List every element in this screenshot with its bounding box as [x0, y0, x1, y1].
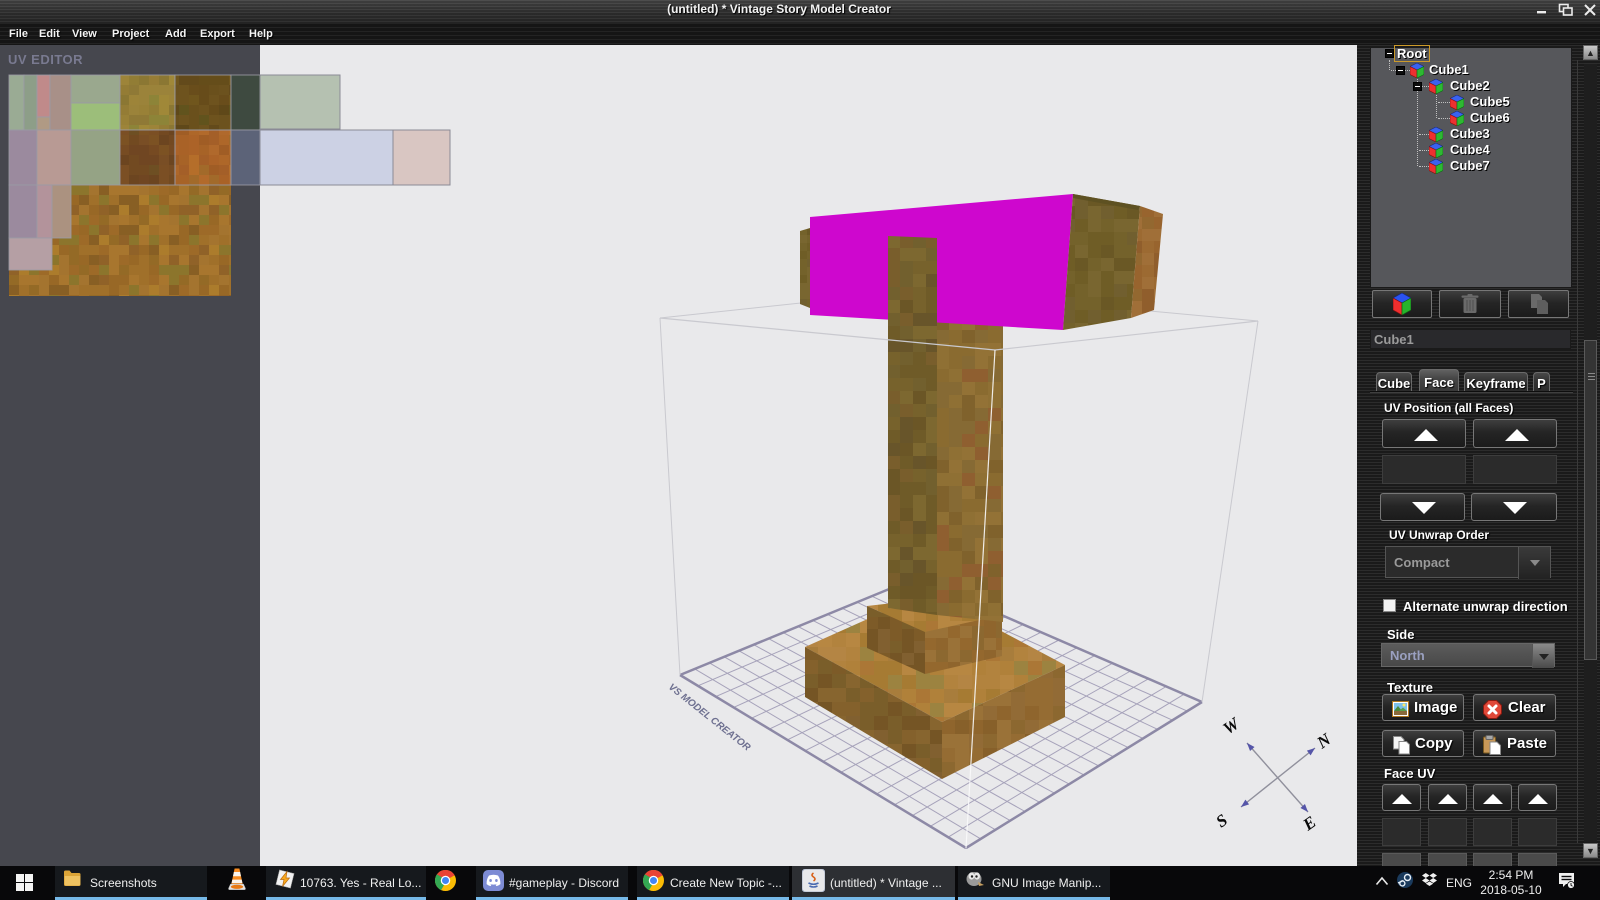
svg-text:N: N [1313, 729, 1335, 753]
svg-text:E: E [1299, 812, 1320, 835]
svg-text:UV EDITOR: UV EDITOR [8, 52, 83, 67]
svg-text:S: S [1212, 810, 1231, 831]
svg-text:W: W [1219, 713, 1244, 738]
